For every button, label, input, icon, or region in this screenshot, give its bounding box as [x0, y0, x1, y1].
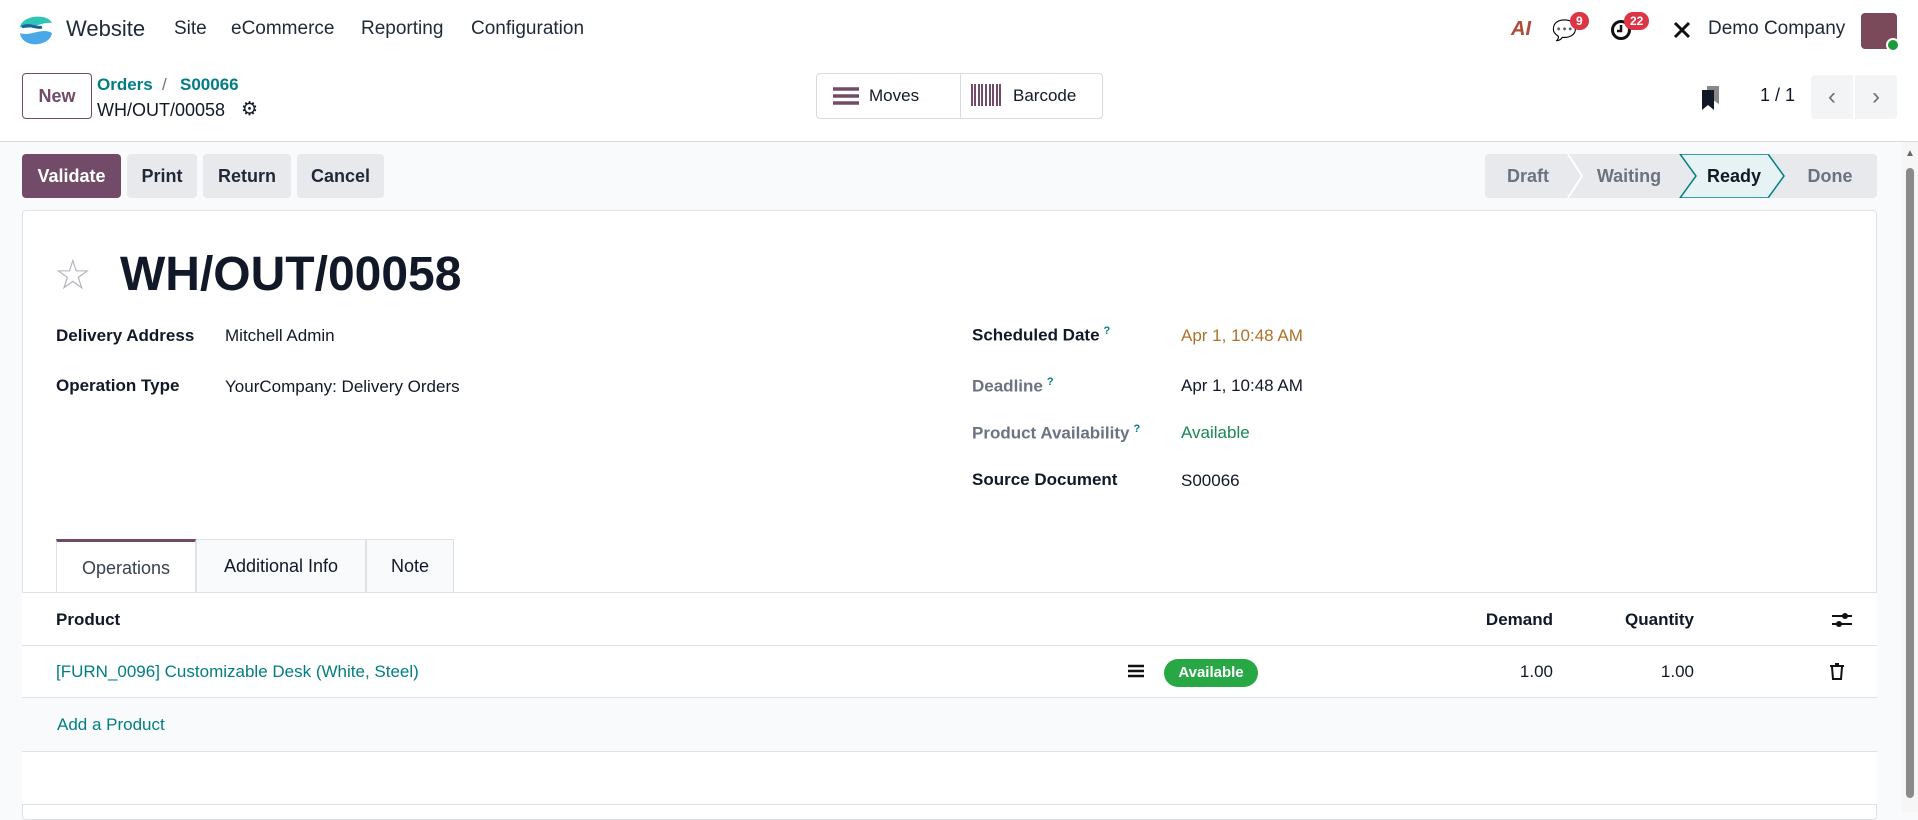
ai-icon[interactable]: AI	[1511, 18, 1531, 41]
delivery-address-value[interactable]: Mitchell Admin	[225, 326, 335, 346]
column-demand[interactable]: Demand	[1486, 610, 1553, 630]
messages-badge: 9	[1570, 12, 1589, 30]
menu-reporting[interactable]: Reporting	[361, 18, 443, 40]
product-availability-label: Product Availability?	[972, 423, 1140, 444]
top-navbar: Website Site eCommerce Reporting Configu…	[0, 0, 1918, 61]
optional-columns-icon[interactable]	[1832, 611, 1852, 629]
operation-type-label: Operation Type	[56, 376, 180, 395]
table-row[interactable]: [FURN_0096] Customizable Desk (White, St…	[22, 646, 1877, 698]
breadcrumb-s00066[interactable]: S00066	[180, 75, 239, 95]
moves-label: Moves	[869, 86, 920, 105]
tab-additional-info[interactable]: Additional Info	[196, 539, 366, 593]
pager-next-button[interactable]: ›	[1855, 75, 1897, 119]
deadline-label-text: Deadline	[972, 376, 1043, 396]
scroll-up-icon[interactable]: ▲	[1905, 148, 1915, 159]
help-icon[interactable]: ?	[1133, 423, 1140, 435]
product-link[interactable]: [FURN_0096] Customizable Desk (White, St…	[56, 662, 419, 682]
breadcrumb-separator: /	[162, 75, 167, 94]
cancel-button[interactable]: Cancel	[297, 154, 384, 198]
add-product-row: Add a Product	[22, 698, 1877, 752]
source-document-value[interactable]: S00066	[1181, 471, 1240, 491]
barcode-button[interactable]: Barcode	[961, 74, 1104, 118]
record-title: WH/OUT/00058	[120, 248, 462, 301]
scrollbar-thumb[interactable]	[1906, 168, 1914, 798]
activities-badge: 22	[1624, 12, 1650, 30]
stage-done[interactable]: Done	[1785, 154, 1875, 198]
website-app-logo-icon[interactable]	[18, 13, 54, 49]
pager-value[interactable]: 1 / 1	[1760, 85, 1795, 106]
demand-value[interactable]: 1.00	[1520, 662, 1553, 682]
stage-waiting[interactable]: Waiting	[1577, 154, 1681, 198]
source-document-label: Source Document	[972, 470, 1118, 489]
user-avatar[interactable]	[1861, 13, 1900, 52]
scheduled-date-value[interactable]: Apr 1, 10:48 AM	[1181, 326, 1303, 346]
column-product[interactable]: Product	[56, 610, 120, 630]
new-button[interactable]: New	[22, 73, 92, 119]
menu-configuration[interactable]: Configuration	[471, 18, 584, 40]
menu-site[interactable]: Site	[174, 18, 207, 40]
quantity-value[interactable]: 1.00	[1661, 662, 1694, 682]
help-icon[interactable]: ?	[1047, 376, 1054, 388]
deadline-label: Deadline?	[972, 376, 1054, 397]
validate-button[interactable]: Validate	[22, 154, 121, 198]
empty-row	[22, 752, 1877, 805]
stage-ready[interactable]: Ready	[1690, 154, 1778, 198]
availability-badge: Available	[1164, 659, 1258, 687]
record-name: WH/OUT/00058	[97, 100, 226, 120]
trash-icon[interactable]	[1830, 663, 1844, 680]
delivery-address-label: Delivery Address	[56, 326, 195, 345]
add-product-link[interactable]: Add a Product	[57, 715, 165, 735]
moves-button[interactable]: Moves	[817, 74, 961, 118]
return-button[interactable]: Return	[203, 154, 291, 198]
barcode-label: Barcode	[1013, 86, 1077, 105]
operation-type-value[interactable]: YourCompany: Delivery Orders	[225, 377, 460, 397]
stage-draft[interactable]: Draft	[1485, 154, 1571, 198]
tab-operations[interactable]: Operations	[56, 539, 196, 594]
favorite-star-icon[interactable]: ☆	[54, 250, 92, 299]
online-status-icon	[1886, 38, 1900, 52]
scrollbar[interactable]: ▲	[1902, 142, 1918, 812]
app-title[interactable]: Website	[66, 16, 145, 42]
breadcrumb-orders[interactable]: Orders	[97, 75, 153, 95]
column-quantity[interactable]: Quantity	[1625, 610, 1694, 630]
scheduled-date-label: Scheduled Date?	[972, 325, 1110, 346]
tab-note[interactable]: Note	[366, 539, 454, 593]
status-bar: Draft Waiting Ready Done	[1485, 154, 1877, 198]
product-availability-value: Available	[1181, 423, 1250, 442]
list-icon	[833, 87, 859, 105]
tools-icon[interactable]	[1672, 20, 1692, 40]
control-panel: New Orders / S00066 WH/OUT/00058 ⚙ Moves…	[0, 61, 1918, 142]
barcode-icon	[971, 84, 1001, 106]
bookmark-icon[interactable]	[1702, 86, 1720, 110]
table-header: Product Demand Quantity	[22, 592, 1877, 646]
gear-icon[interactable]: ⚙	[241, 98, 258, 121]
smart-buttons: Moves Barcode	[816, 73, 1103, 119]
help-icon[interactable]: ?	[1104, 325, 1111, 337]
deadline-value[interactable]: Apr 1, 10:48 AM	[1181, 376, 1303, 396]
product-availability-label-text: Product Availability	[972, 423, 1130, 443]
pager-previous-button[interactable]: ‹	[1811, 75, 1853, 119]
company-switcher[interactable]: Demo Company	[1708, 18, 1845, 40]
menu-ecommerce[interactable]: eCommerce	[231, 18, 334, 40]
print-button[interactable]: Print	[127, 154, 197, 198]
scheduled-date-label-text: Scheduled Date	[972, 325, 1100, 345]
details-list-icon[interactable]	[1128, 664, 1144, 678]
